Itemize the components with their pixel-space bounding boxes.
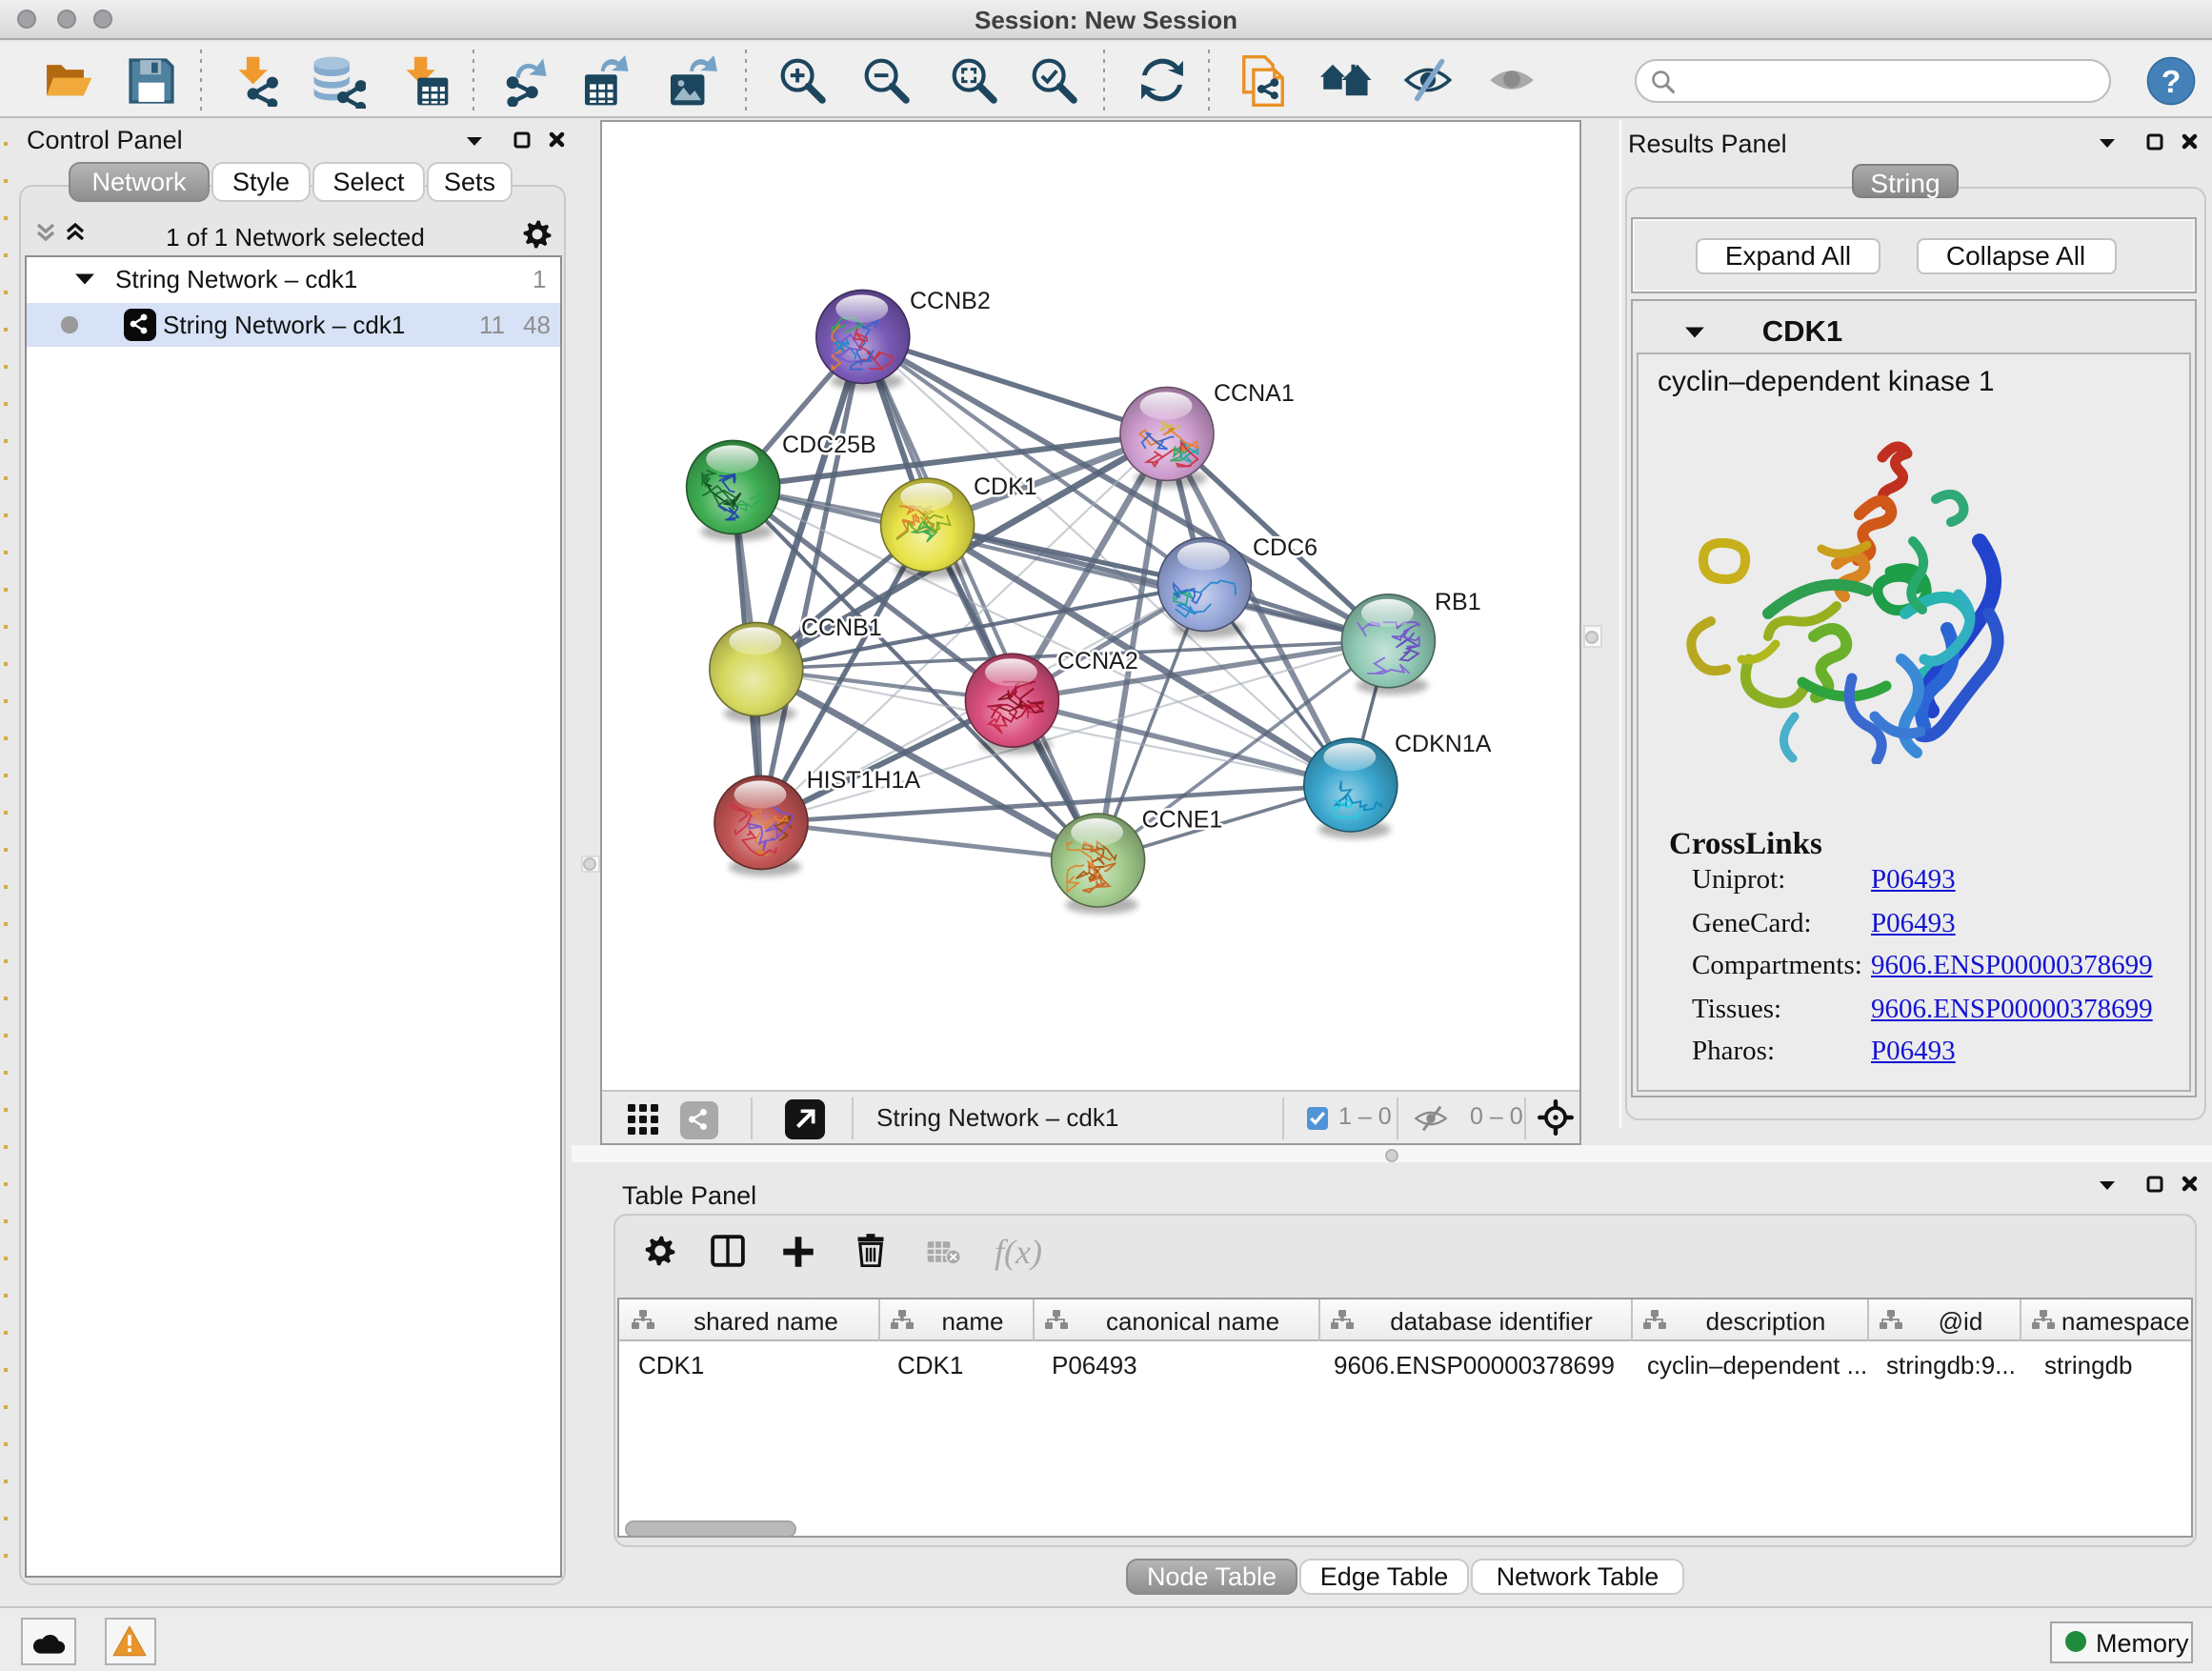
svg-text:CCNA1: CCNA1 (1213, 379, 1294, 406)
svg-text:CCNB2: CCNB2 (909, 287, 990, 313)
svg-text:CDK1: CDK1 (973, 473, 1036, 499)
svg-text:CCNA2: CCNA2 (1056, 647, 1137, 674)
svg-text:CCNE1: CCNE1 (1141, 805, 1222, 832)
svg-text:RB1: RB1 (1434, 588, 1480, 614)
svg-text:?: ? (2162, 64, 2182, 100)
svg-text:HIST1H1A: HIST1H1A (806, 766, 920, 793)
svg-text:CCNB1: CCNB1 (800, 614, 881, 640)
svg-text:CDKN1A: CDKN1A (1394, 730, 1491, 756)
svg-text:CDC25B: CDC25B (781, 431, 875, 457)
svg-text:CDC6: CDC6 (1252, 534, 1317, 560)
